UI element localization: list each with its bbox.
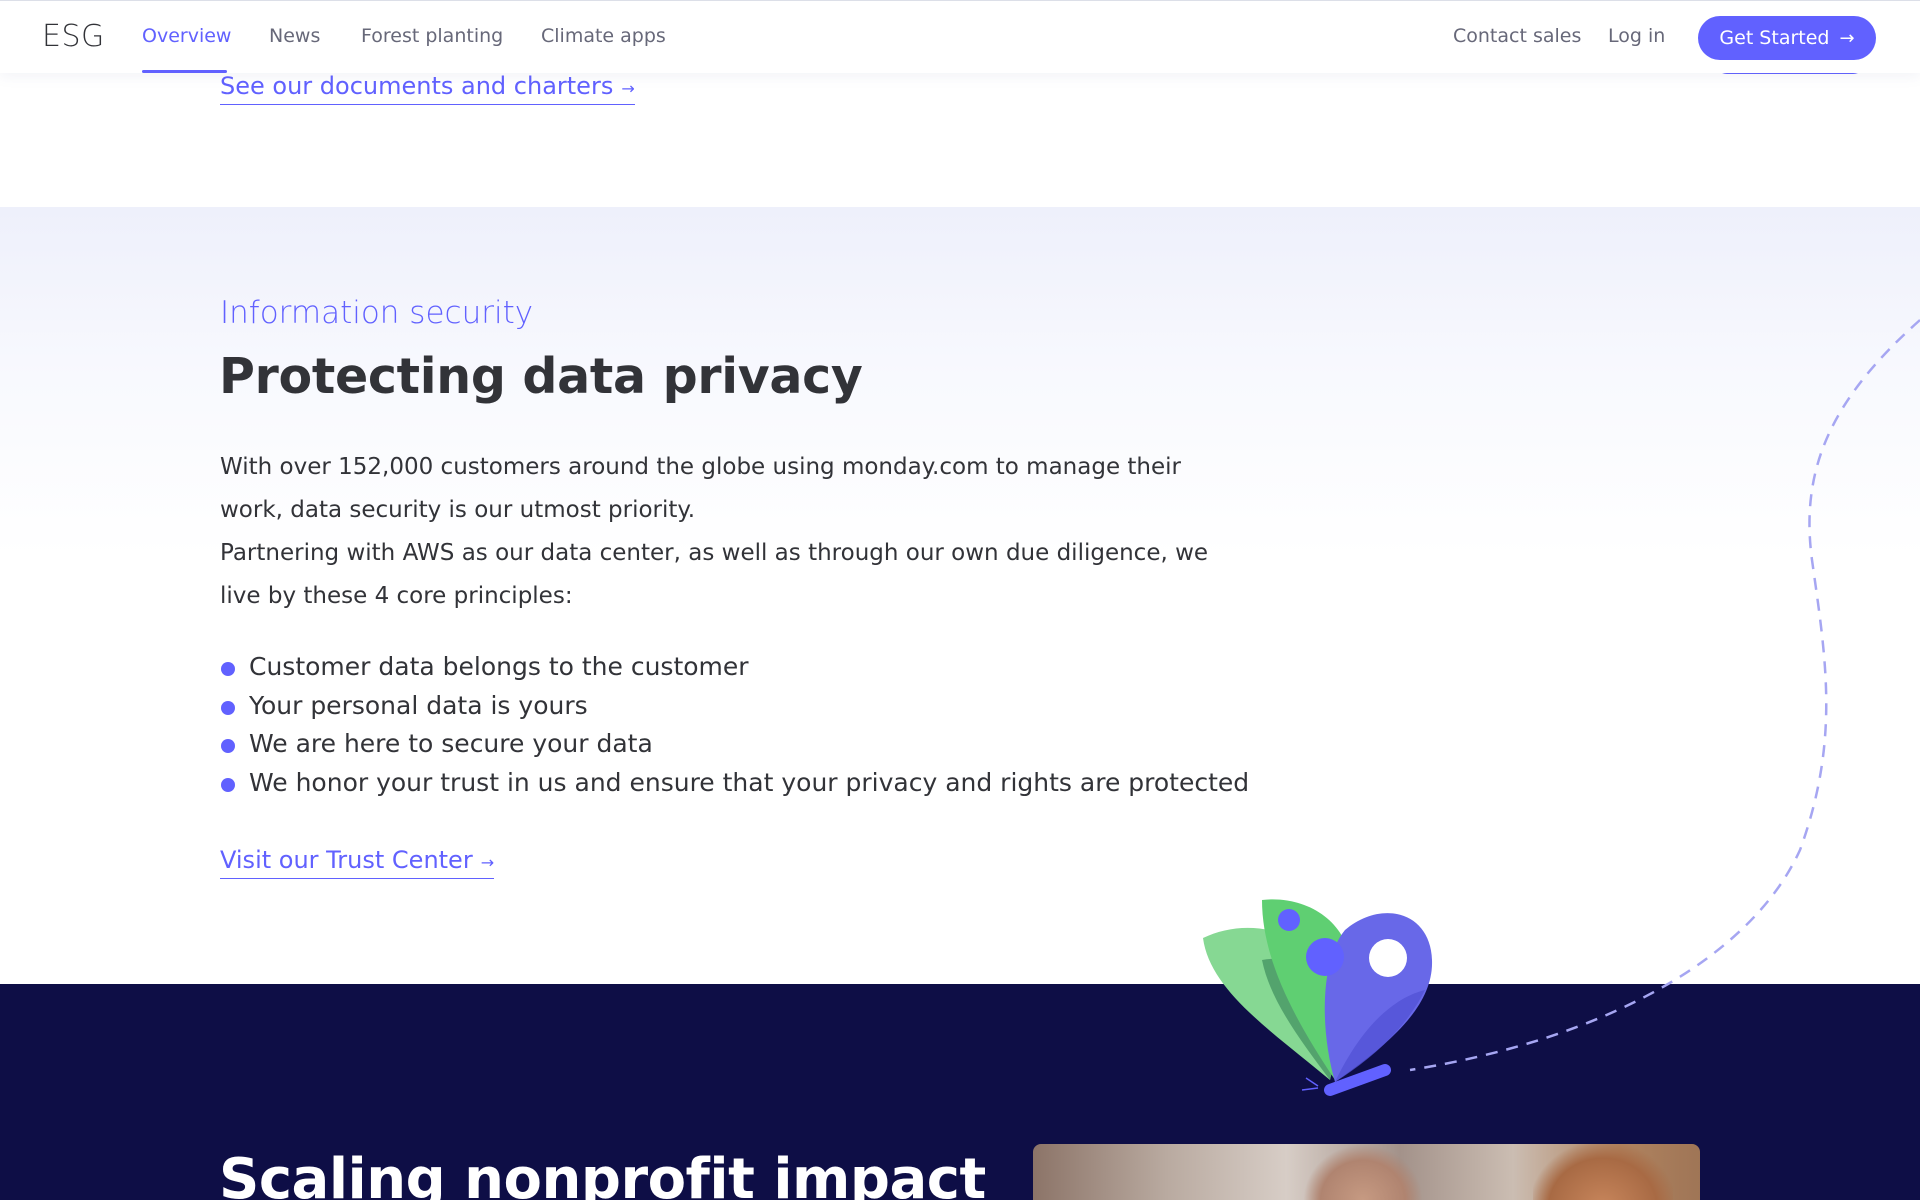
trust-center-link[interactable]: Visit our Trust Center →: [220, 846, 495, 879]
list-item: Customer data belongs to the customer: [220, 648, 1249, 687]
documents-charters-link[interactable]: See our documents and charters →: [220, 72, 635, 105]
log-in-link[interactable]: Log in: [1608, 25, 1665, 47]
get-started-button[interactable]: Get Started →: [1698, 16, 1876, 60]
list-item: We are here to secure your data: [220, 725, 1249, 764]
core-principles-list: Customer data belongs to the customer Yo…: [220, 648, 1249, 802]
contact-sales-link[interactable]: Contact sales: [1453, 25, 1581, 47]
trust-center-label: Visit our Trust Center: [220, 846, 473, 874]
nav-overview[interactable]: Overview: [142, 25, 231, 47]
list-item: We honor your trust in us and ensure tha…: [220, 764, 1249, 803]
arrow-right-icon: →: [1839, 27, 1855, 49]
nav-climate-apps[interactable]: Climate apps: [541, 25, 666, 47]
documents-charters-label: See our documents and charters: [220, 72, 614, 100]
nav-forest-planting[interactable]: Forest planting: [361, 25, 503, 47]
arrow-right-icon: →: [621, 79, 635, 98]
security-paragraph-1: With over 152,000 customers around the g…: [220, 454, 1182, 523]
arrow-right-icon: →: [480, 853, 495, 872]
security-paragraph-2: Partnering with AWS as our data center, …: [220, 540, 1209, 609]
active-nav-indicator: [142, 70, 227, 73]
person-figure: [1533, 1144, 1673, 1200]
section-title: Protecting data privacy: [219, 348, 863, 405]
nav-news[interactable]: News: [269, 25, 320, 47]
person-figure: [1303, 1144, 1423, 1200]
section-eyebrow: Information security: [220, 295, 534, 331]
esg-logo[interactable]: ESG: [42, 19, 105, 54]
list-item: Your personal data is yours: [220, 687, 1249, 726]
nonprofit-heading: Scaling nonprofit impact: [219, 1147, 986, 1200]
get-started-label: Get Started: [1719, 27, 1830, 49]
team-photo: [1033, 1144, 1700, 1200]
site-header: ESG Overview News Forest planting Climat…: [0, 0, 1920, 73]
security-description: With over 152,000 customers around the g…: [220, 446, 1230, 618]
